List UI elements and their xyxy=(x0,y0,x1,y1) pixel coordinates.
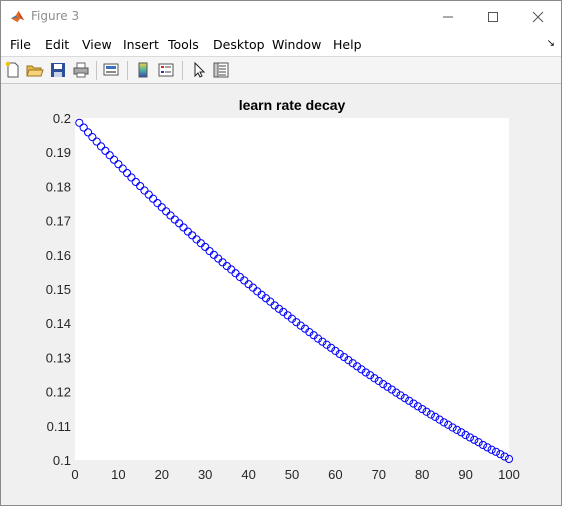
property-inspector-icon[interactable] xyxy=(212,61,230,79)
link-plot-icon[interactable] xyxy=(102,61,120,79)
title-bar[interactable]: Figure 3 xyxy=(1,1,561,32)
print-icon[interactable] xyxy=(72,61,90,79)
chart-title: learn rate decay xyxy=(239,97,346,113)
axes-background xyxy=(75,118,509,460)
y-tick-label: 0.12 xyxy=(46,385,71,400)
menu-tools[interactable]: Tools xyxy=(168,37,199,52)
y-tick-label: 0.16 xyxy=(46,248,71,263)
menu-bar: File Edit View Insert Tools Desktop Wind… xyxy=(1,32,561,57)
figure-window: Figure 3 File Edit View Insert Tools Des… xyxy=(0,0,562,506)
figure-canvas[interactable]: learn rate decay 0.1 0.11 0.12 0.13 0.14 0.15… xyxy=(2,85,561,505)
window-title: Figure 3 xyxy=(31,9,80,23)
x-tick-label: 70 xyxy=(372,467,386,482)
y-axis: 0.1 0.11 0.12 0.13 0.14 0.15 0.16 0.17 0.18 0.19 0… xyxy=(46,111,71,468)
toolbar-separator xyxy=(182,61,183,80)
plot-axes[interactable]: learn rate decay 0.1 0.11 0.12 0.13 0.14 0.15… xyxy=(2,85,561,505)
x-tick-label: 80 xyxy=(415,467,429,482)
y-tick-label: 0.18 xyxy=(46,179,71,194)
x-tick-label: 50 xyxy=(285,467,299,482)
toolbar-separator xyxy=(127,61,128,80)
x-tick-label: 30 xyxy=(198,467,212,482)
figure-toolbar xyxy=(1,57,561,84)
menu-help[interactable]: Help xyxy=(333,37,362,52)
minimize-button[interactable] xyxy=(425,1,471,32)
save-icon[interactable] xyxy=(49,61,67,79)
insert-legend-icon[interactable] xyxy=(157,61,175,79)
close-icon xyxy=(532,11,544,22)
x-tick-label: 100 xyxy=(498,467,520,482)
x-tick-label: 10 xyxy=(111,467,125,482)
y-tick-label: 0.2 xyxy=(53,111,71,126)
y-tick-label: 0.1 xyxy=(53,453,71,468)
maximize-icon xyxy=(488,11,498,22)
insert-colorbar-icon[interactable] xyxy=(134,61,152,79)
matlab-logo-icon xyxy=(10,10,25,23)
close-button[interactable] xyxy=(515,1,561,32)
menu-file[interactable]: File xyxy=(10,37,31,52)
menu-view[interactable]: View xyxy=(82,37,112,52)
x-tick-label: 90 xyxy=(458,467,472,482)
y-tick-label: 0.15 xyxy=(46,282,71,297)
y-tick-label: 0.14 xyxy=(46,316,71,331)
y-tick-label: 0.17 xyxy=(46,214,71,229)
new-figure-icon[interactable] xyxy=(4,61,22,79)
toolbar-separator xyxy=(96,61,97,80)
x-tick-label: 0 xyxy=(71,467,78,482)
menu-insert[interactable]: Insert xyxy=(123,37,159,52)
y-tick-label: 0.11 xyxy=(47,419,71,434)
x-tick-label: 20 xyxy=(155,467,169,482)
maximize-button[interactable] xyxy=(470,1,516,32)
y-tick-label: 0.13 xyxy=(46,350,71,365)
menu-window[interactable]: Window xyxy=(272,37,321,52)
menu-desktop[interactable]: Desktop xyxy=(213,37,265,52)
x-tick-label: 60 xyxy=(328,467,342,482)
menu-edit[interactable]: Edit xyxy=(45,37,69,52)
dock-arrow-icon[interactable]: ↘ xyxy=(547,38,555,49)
y-tick-label: 0.19 xyxy=(46,145,71,160)
edit-plot-pointer-icon[interactable] xyxy=(190,61,208,79)
x-axis: 0 10 20 30 40 50 60 70 80 90 100 xyxy=(71,467,519,482)
minimize-icon xyxy=(443,16,453,17)
open-file-icon[interactable] xyxy=(26,61,44,79)
x-tick-label: 40 xyxy=(241,467,255,482)
